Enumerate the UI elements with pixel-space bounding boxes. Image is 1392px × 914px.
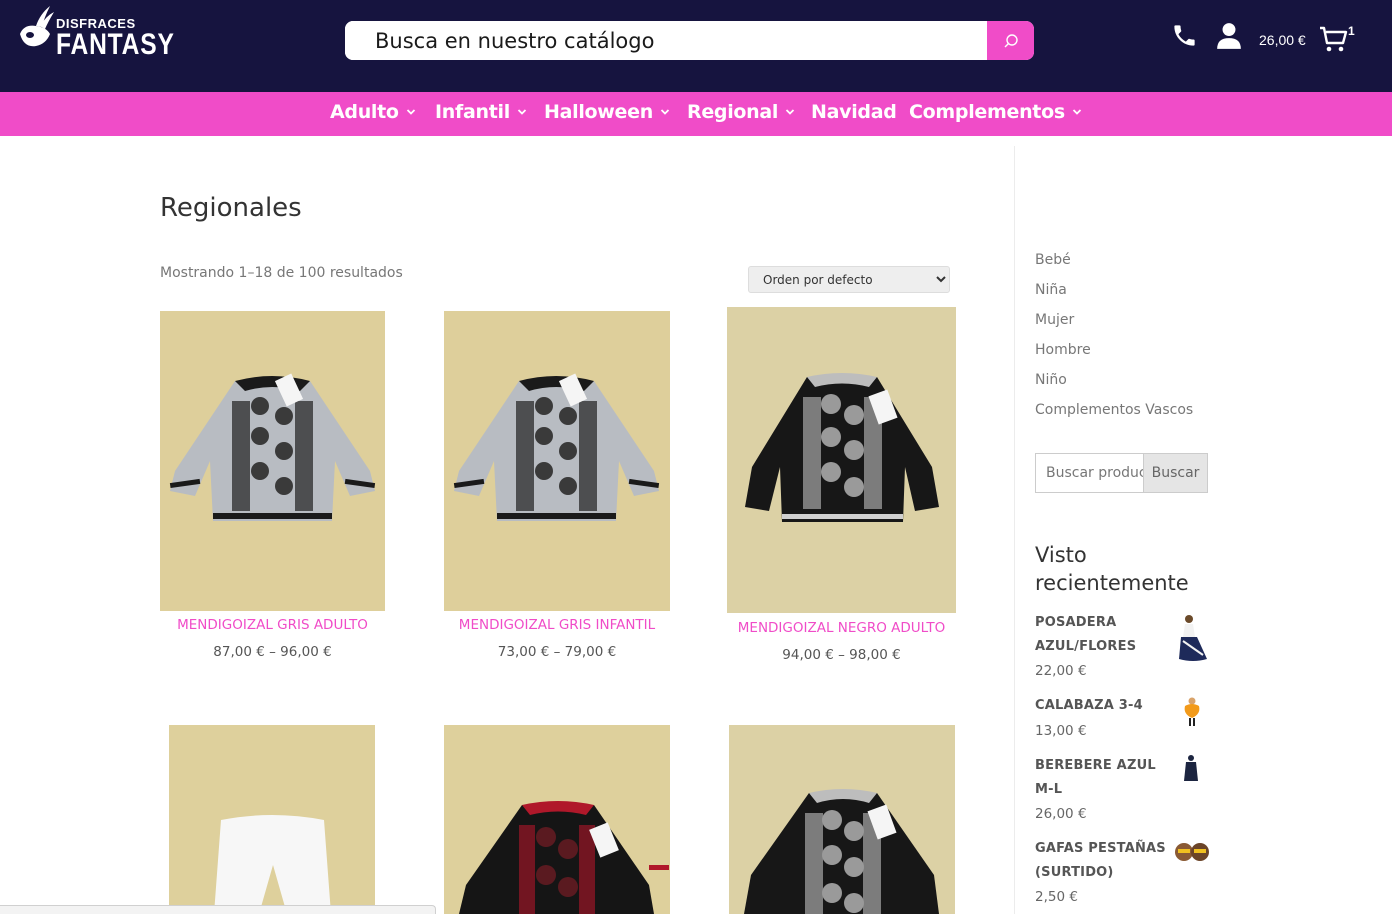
recent-item[interactable]: BEREBERE AZUL M-L 26,00 € xyxy=(1035,754,1210,830)
recent-item-price: 2,50 € xyxy=(1035,889,1078,905)
nav-item-label: Navidad xyxy=(811,101,897,123)
cart-count-badge: 1 xyxy=(1348,24,1355,38)
product-image[interactable] xyxy=(169,725,375,914)
nav-item-label: Halloween xyxy=(544,101,653,123)
product-image[interactable] xyxy=(727,307,956,613)
nav-item-regional[interactable]: Regional xyxy=(687,101,795,123)
product-card[interactable]: MENDIGOIZAL GRIS INFANTIL 73,00 € – 79,0… xyxy=(444,311,670,671)
nav-item-adulto[interactable]: Adulto xyxy=(330,101,416,123)
result-count: Mostrando 1–18 de 100 resultados xyxy=(160,265,403,281)
product-card[interactable]: MENDIGOIZAL GRIS ADULTO 87,00 € – 96,00 … xyxy=(160,311,385,671)
product-price: 73,00 € – 79,00 € xyxy=(497,644,617,660)
recent-item-price: 13,00 € xyxy=(1035,723,1087,739)
chevron-down-icon xyxy=(406,109,415,115)
product-card[interactable] xyxy=(729,725,955,914)
product-name[interactable]: MENDIGOIZAL GRIS INFANTIL xyxy=(444,617,670,633)
recent-item-name[interactable]: GAFAS PESTAÑAS (SURTIDO) xyxy=(1035,837,1170,885)
sidebar-category-hombre[interactable]: Hombre xyxy=(1035,342,1091,358)
product-card[interactable] xyxy=(169,725,375,914)
sidebar-category-bebe[interactable]: Bebé xyxy=(1035,252,1071,268)
recent-item-price: 22,00 € xyxy=(1035,663,1087,679)
chevron-down-icon xyxy=(786,109,795,115)
nav-item-navidad[interactable]: Navidad xyxy=(811,101,897,123)
orderby-select[interactable]: Orden por defecto xyxy=(748,266,950,293)
chevron-down-icon xyxy=(660,109,670,115)
product-search-button[interactable]: Buscar xyxy=(1143,453,1208,493)
header-search xyxy=(345,21,1034,60)
recent-item[interactable]: GAFAS PESTAÑAS (SURTIDO) 2,50 € xyxy=(1035,837,1210,913)
cart-total[interactable]: 26,00 € xyxy=(1259,32,1306,48)
product-search-input[interactable] xyxy=(1035,453,1144,493)
sidebar-category-complementos-vascos[interactable]: Complementos Vascos xyxy=(1035,402,1193,418)
recent-item-thumbnail[interactable] xyxy=(1183,754,1199,782)
recent-item-thumbnail[interactable] xyxy=(1175,839,1209,865)
mask-logo-icon xyxy=(20,6,54,47)
product-name[interactable]: MENDIGOIZAL NEGRO ADULTO xyxy=(727,620,956,636)
nav-item-label: Regional xyxy=(687,101,779,123)
sidebar-category-nino[interactable]: Niño xyxy=(1035,372,1067,388)
recent-item[interactable]: POSADERA AZUL/FLORES 22,00 € xyxy=(1035,611,1210,686)
phone-icon[interactable] xyxy=(1171,22,1198,49)
chevron-down-icon xyxy=(1072,109,1081,115)
nav-item-infantil[interactable]: Infantil xyxy=(435,101,527,123)
recent-item-name[interactable]: BEREBERE AZUL M-L xyxy=(1035,754,1170,802)
chevron-down-icon xyxy=(517,109,527,115)
nav-item-complementos[interactable]: Complementos xyxy=(909,101,1082,123)
recent-item-name[interactable]: POSADERA AZUL/FLORES xyxy=(1035,611,1170,659)
site-header: DISFRACES FANTASY 26,00 € 1 xyxy=(0,0,1392,92)
nav-item-halloween[interactable]: Halloween xyxy=(544,101,670,123)
product-search: Buscar xyxy=(1035,453,1208,493)
sidebar-category-nina[interactable]: Niña xyxy=(1035,282,1067,298)
product-image[interactable] xyxy=(729,725,955,914)
recently-viewed-title: Visto recientemente xyxy=(1035,543,1189,595)
logo-big-text: FANTASY xyxy=(56,28,175,61)
sidebar-divider xyxy=(1014,146,1015,914)
product-card[interactable]: MENDIGOIZAL NEGRO ADULTO 94,00 € – 98,00… xyxy=(727,307,956,671)
recent-item-name[interactable]: CALABAZA 3-4 xyxy=(1035,694,1170,718)
recent-item-thumbnail[interactable] xyxy=(1175,613,1209,663)
product-image[interactable] xyxy=(444,725,670,914)
search-button[interactable] xyxy=(987,21,1034,60)
nav-item-label: Infantil xyxy=(435,101,510,123)
recent-item-price: 26,00 € xyxy=(1035,806,1087,822)
nav-item-label: Complementos xyxy=(909,101,1065,123)
product-image[interactable] xyxy=(160,311,385,611)
cart-icon[interactable] xyxy=(1318,24,1348,54)
product-card[interactable] xyxy=(444,725,670,914)
sidebar-category-mujer[interactable]: Mujer xyxy=(1035,312,1074,328)
search-icon xyxy=(1004,33,1018,47)
page-title: Regionales xyxy=(160,193,302,223)
browser-status-bar xyxy=(0,905,436,914)
site-logo[interactable]: DISFRACES FANTASY xyxy=(16,4,174,62)
recent-item[interactable]: CALABAZA 3-4 13,00 € xyxy=(1035,694,1210,746)
product-image[interactable] xyxy=(444,311,670,611)
user-icon[interactable] xyxy=(1216,22,1242,50)
recent-item-thumbnail[interactable] xyxy=(1181,696,1203,728)
product-price: 87,00 € – 96,00 € xyxy=(213,644,332,660)
product-name[interactable]: MENDIGOIZAL GRIS ADULTO xyxy=(160,617,385,633)
search-input[interactable] xyxy=(345,21,987,60)
nav-item-label: Adulto xyxy=(330,101,399,123)
product-price: 94,00 € – 98,00 € xyxy=(782,647,901,663)
main-nav: Adulto Infantil Halloween Regional Navid… xyxy=(0,92,1392,136)
